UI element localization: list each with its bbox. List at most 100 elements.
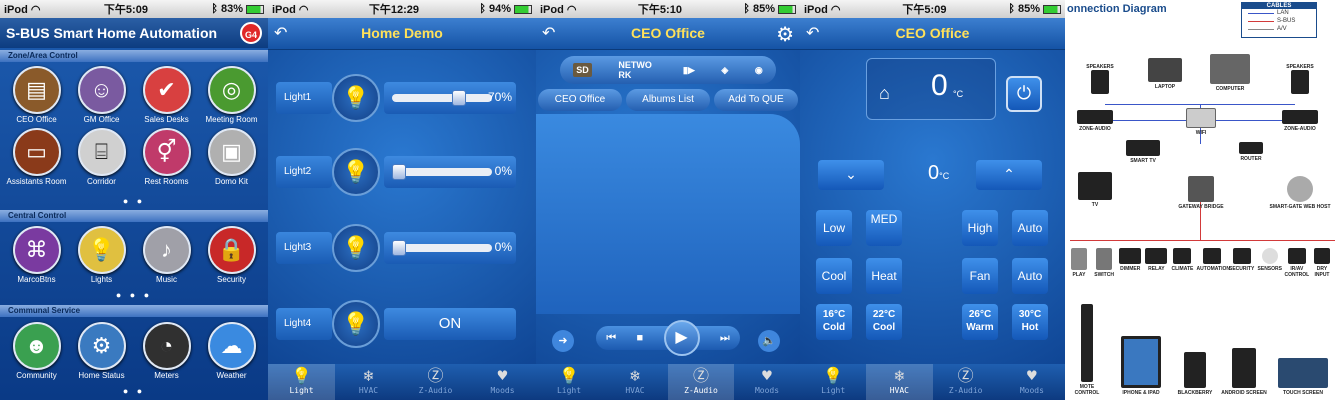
bulb-off-icon[interactable]: 💡 <box>332 148 380 196</box>
bulb-on-icon[interactable]: 💡 <box>332 74 380 122</box>
tab-ceo-office[interactable]: CEO Office <box>538 89 622 111</box>
remote-icon <box>1081 304 1093 382</box>
mode-heat-button[interactable]: Heat <box>866 258 902 294</box>
tab-moods[interactable]: ♥ Moods <box>734 364 800 400</box>
office-desk-icon: ▤ <box>12 66 61 114</box>
tablet-icon <box>1121 336 1161 388</box>
mode-fan-button[interactable]: Fan <box>962 258 998 294</box>
next-icon[interactable]: ⏭ <box>720 332 730 345</box>
sd-card-icon[interactable]: SD <box>573 63 592 77</box>
brightness-slider[interactable] <box>392 90 492 106</box>
g4-logo-button[interactable]: G4 <box>240 22 262 44</box>
communal-meters[interactable]: ◔ Meters <box>134 322 199 384</box>
player-icon[interactable]: ▮▶ <box>683 65 695 76</box>
tab-z-audio[interactable]: Ⓩ Z-Audio <box>402 364 469 400</box>
light-slider-track: 70% <box>384 82 516 114</box>
av-line <box>1248 28 1274 30</box>
power-button[interactable]: ⏻ <box>1006 76 1042 112</box>
on-button[interactable]: ON <box>384 308 516 340</box>
communal-community[interactable]: ☻ Community <box>4 322 69 384</box>
zone-meeting-room[interactable]: ◎ Meeting Room <box>199 66 264 128</box>
volume-icon[interactable]: 🔈 <box>758 330 780 352</box>
preset-cold-button[interactable]: 16°C Cold <box>816 304 852 340</box>
central-macro-buttons[interactable]: ⌘ MarcoBtns <box>4 226 69 288</box>
module-icon <box>1071 248 1087 270</box>
tab-light[interactable]: 💡 Light <box>800 364 866 400</box>
communal-home-status[interactable]: ⚙ Home Status <box>69 322 134 384</box>
heart-icon: ♥ <box>497 366 508 385</box>
speakers-right: SPEAKERS <box>1280 64 1320 96</box>
clock: 下午5:09 <box>902 4 947 16</box>
zone-rest-rooms[interactable]: ⚥ Rest Rooms <box>134 128 199 190</box>
tab-hvac[interactable]: ❄ HVAC <box>335 364 402 400</box>
slider-knob[interactable] <box>392 164 406 180</box>
mode-cool-button[interactable]: Cool <box>816 258 852 294</box>
clock: 下午12:29 <box>368 4 419 16</box>
fan-auto-button[interactable]: Auto <box>1012 210 1048 246</box>
network-source-button[interactable]: NETWO RK <box>618 60 656 80</box>
arrow-right-button[interactable]: ➜ <box>552 330 574 352</box>
kit-icon: ▣ <box>207 128 256 176</box>
light-row-4: Light4 💡 ON <box>276 300 516 348</box>
gear-icon[interactable]: ⚙ <box>776 22 794 47</box>
tab-light[interactable]: 💡 Light <box>268 364 335 400</box>
slider-knob[interactable] <box>392 240 406 256</box>
tab-hvac[interactable]: ❄ HVAC <box>866 364 933 400</box>
tab-albums-list[interactable]: Albums List <box>626 89 710 111</box>
meeting-table-icon: ◎ <box>207 66 256 114</box>
tab-moods[interactable]: ♥ Moods <box>999 364 1065 400</box>
central-music[interactable]: ♪ Music <box>134 226 199 288</box>
bulb-icon: 💡 <box>77 226 126 274</box>
module-dry-input: DRY INPUT <box>1311 248 1333 278</box>
diagram-title: onnection Diagram <box>1067 3 1167 15</box>
controllers: MOTE CONTROL IPHONE & IPAD BLACKBERRY AN… <box>1065 300 1335 396</box>
zone-gm-office[interactable]: ☺ GM Office <box>69 66 134 128</box>
tab-moods[interactable]: ♥ Moods <box>469 364 536 400</box>
preset-warm-button[interactable]: 26°C Warm <box>962 304 998 340</box>
clock: 下午5:10 <box>637 4 682 16</box>
home-icon: ⌂ <box>879 83 890 103</box>
page-dots-2: ● ● ● <box>115 290 153 300</box>
mode-auto-button[interactable]: Auto <box>1012 258 1048 294</box>
restroom-icon: ⚥ <box>142 128 191 176</box>
zone-domo-kit[interactable]: ▣ Domo Kit <box>199 128 264 190</box>
zone-sales-desks[interactable]: ✔ Sales Desks <box>134 66 199 128</box>
fan-low-button[interactable]: Low <box>816 210 852 246</box>
slider-knob[interactable] <box>452 90 467 106</box>
zone-assistants-room[interactable]: ▭ Assistants Room <box>4 128 69 190</box>
snowflake-icon: ❄ <box>363 366 374 385</box>
zone-ceo-office[interactable]: ▤ CEO Office <box>4 66 69 128</box>
media-list-area[interactable] <box>536 114 800 314</box>
preset-hot-button[interactable]: 30°C Hot <box>1012 304 1048 340</box>
tab-z-audio[interactable]: Ⓩ Z-Audio <box>668 364 734 400</box>
light-name: Light4 <box>276 308 332 340</box>
communal-weather[interactable]: ☁ Weather <box>199 322 264 384</box>
tab-hvac[interactable]: ❄ HVAC <box>602 364 668 400</box>
home-demo-lights-screen: iPod ◠ 下午12:29 ᛒ 94% ↶ Home Demo Light1 💡… <box>268 0 536 400</box>
bulb-on-icon[interactable]: 💡 <box>332 300 380 348</box>
central-lights[interactable]: 💡 Lights <box>69 226 134 288</box>
battery-icon <box>778 4 796 14</box>
fan-high-button[interactable]: High <box>962 210 998 246</box>
fan-med-button[interactable]: MED <box>866 210 902 246</box>
brightness-slider[interactable] <box>392 240 492 256</box>
light-toggle[interactable]: ON <box>384 308 516 340</box>
tab-add-to-queue[interactable]: Add To QUE <box>714 89 798 111</box>
bulb-off-icon[interactable]: 💡 <box>332 224 380 272</box>
play-button[interactable]: ▶ <box>663 320 700 356</box>
tab-light[interactable]: 💡 Light <box>536 364 602 400</box>
radio-icon[interactable]: ◈ <box>721 65 728 76</box>
temp-down-button[interactable]: ⌄ <box>818 160 884 190</box>
phone-icon <box>1184 352 1206 388</box>
router: ROUTER <box>1233 142 1269 162</box>
tab-z-audio[interactable]: Ⓩ Z-Audio <box>933 364 999 400</box>
stop-icon[interactable]: ■ <box>636 332 643 344</box>
central-security[interactable]: 🔒 Security <box>199 226 264 288</box>
temp-up-button[interactable]: ⌃ <box>976 160 1042 190</box>
preset-cool-button[interactable]: 22°C Cool <box>866 304 902 340</box>
speaker-icon[interactable]: ◉ <box>755 65 763 76</box>
previous-icon[interactable]: ⏮ <box>606 332 616 345</box>
zone-corridor[interactable]: ⌸ Corridor <box>69 128 134 190</box>
cloud-icon: ☁ <box>207 322 256 370</box>
brightness-slider[interactable] <box>392 164 492 180</box>
